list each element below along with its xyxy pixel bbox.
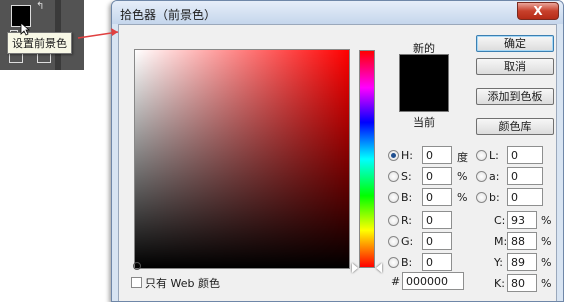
dialog-title: 拾色器（前景色） — [120, 8, 217, 22]
hue-slider[interactable] — [359, 50, 375, 268]
label-a: a: — [489, 170, 500, 183]
color-field[interactable] — [134, 49, 350, 269]
label-h: H: — [401, 149, 413, 162]
add-to-swatches-button[interactable]: 添加到色板 — [476, 88, 554, 105]
hex-label: # — [391, 275, 401, 288]
color-libraries-button[interactable]: 颜色库 — [476, 118, 554, 135]
current-color-label: 当前 — [413, 116, 435, 129]
unit-percent: % — [541, 256, 552, 269]
color-field-handle[interactable] — [133, 262, 141, 270]
label-m: M: — [494, 235, 508, 248]
hue-slider-right-arrow[interactable] — [376, 263, 382, 273]
unit-percent: % — [457, 191, 468, 204]
hue-slider-left-arrow[interactable] — [352, 263, 358, 273]
ok-button[interactable]: 确定 — [476, 35, 554, 52]
black-field[interactable] — [507, 274, 537, 292]
dialog-content: 新的 当前 确定 取消 添加到色板 颜色库 H: 度 S: % B: % L: … — [118, 24, 557, 301]
brightness-field[interactable] — [422, 188, 452, 206]
label-l: L: — [489, 149, 499, 162]
radio-l[interactable] — [476, 150, 487, 161]
web-colors-label: 只有 Web 颜色 — [145, 277, 220, 290]
unit-percent: % — [541, 235, 552, 248]
color-picker-dialog: 拾色器（前景色） X 新的 当前 确定 取消 添加到色板 颜色库 H: 度 S:… — [111, 0, 564, 302]
lightness-field[interactable] — [507, 146, 543, 164]
hex-field[interactable] — [402, 272, 464, 290]
tooltip: 设置前景色 — [7, 32, 72, 54]
yellow-field[interactable] — [507, 253, 537, 271]
saturation-field[interactable] — [422, 167, 452, 185]
color-preview — [399, 54, 449, 112]
label-b: B: — [401, 191, 413, 204]
cancel-button[interactable]: 取消 — [476, 58, 554, 75]
tooltip-text: 设置前景色 — [12, 37, 67, 50]
radio-g[interactable] — [388, 236, 399, 247]
label-k: K: — [494, 277, 505, 290]
label-c: C: — [494, 214, 506, 227]
green-field[interactable] — [422, 232, 452, 250]
label-r: R: — [401, 214, 413, 227]
label-rgb-b: B: — [401, 256, 413, 269]
radio-s[interactable] — [388, 171, 399, 182]
hue-field[interactable] — [422, 146, 452, 164]
radio-r[interactable] — [388, 215, 399, 226]
b-channel-field[interactable] — [507, 188, 543, 206]
magenta-field[interactable] — [507, 232, 537, 250]
blue-field[interactable] — [422, 253, 452, 271]
radio-rgb-b[interactable] — [388, 257, 399, 268]
radio-h[interactable] — [388, 150, 399, 161]
label-lab-b: b: — [489, 191, 500, 204]
title-bar[interactable]: 拾色器（前景色） X — [112, 1, 563, 24]
unit-percent: % — [541, 277, 552, 290]
cursor-icon — [20, 22, 30, 36]
unit-degrees: 度 — [457, 151, 468, 164]
radio-b[interactable] — [388, 192, 399, 203]
radio-lab-b[interactable] — [476, 192, 487, 203]
a-channel-field[interactable] — [507, 167, 543, 185]
cyan-field[interactable] — [507, 211, 537, 229]
close-button[interactable]: X — [517, 2, 559, 20]
unit-percent: % — [541, 214, 552, 227]
label-g: G: — [401, 235, 414, 248]
unit-percent: % — [457, 170, 468, 183]
label-y: Y: — [494, 256, 503, 269]
swap-colors-icon[interactable]: ↰ — [36, 1, 48, 13]
red-field[interactable] — [422, 211, 452, 229]
label-s: S: — [401, 170, 412, 183]
radio-a[interactable] — [476, 171, 487, 182]
web-colors-checkbox[interactable] — [131, 277, 142, 288]
